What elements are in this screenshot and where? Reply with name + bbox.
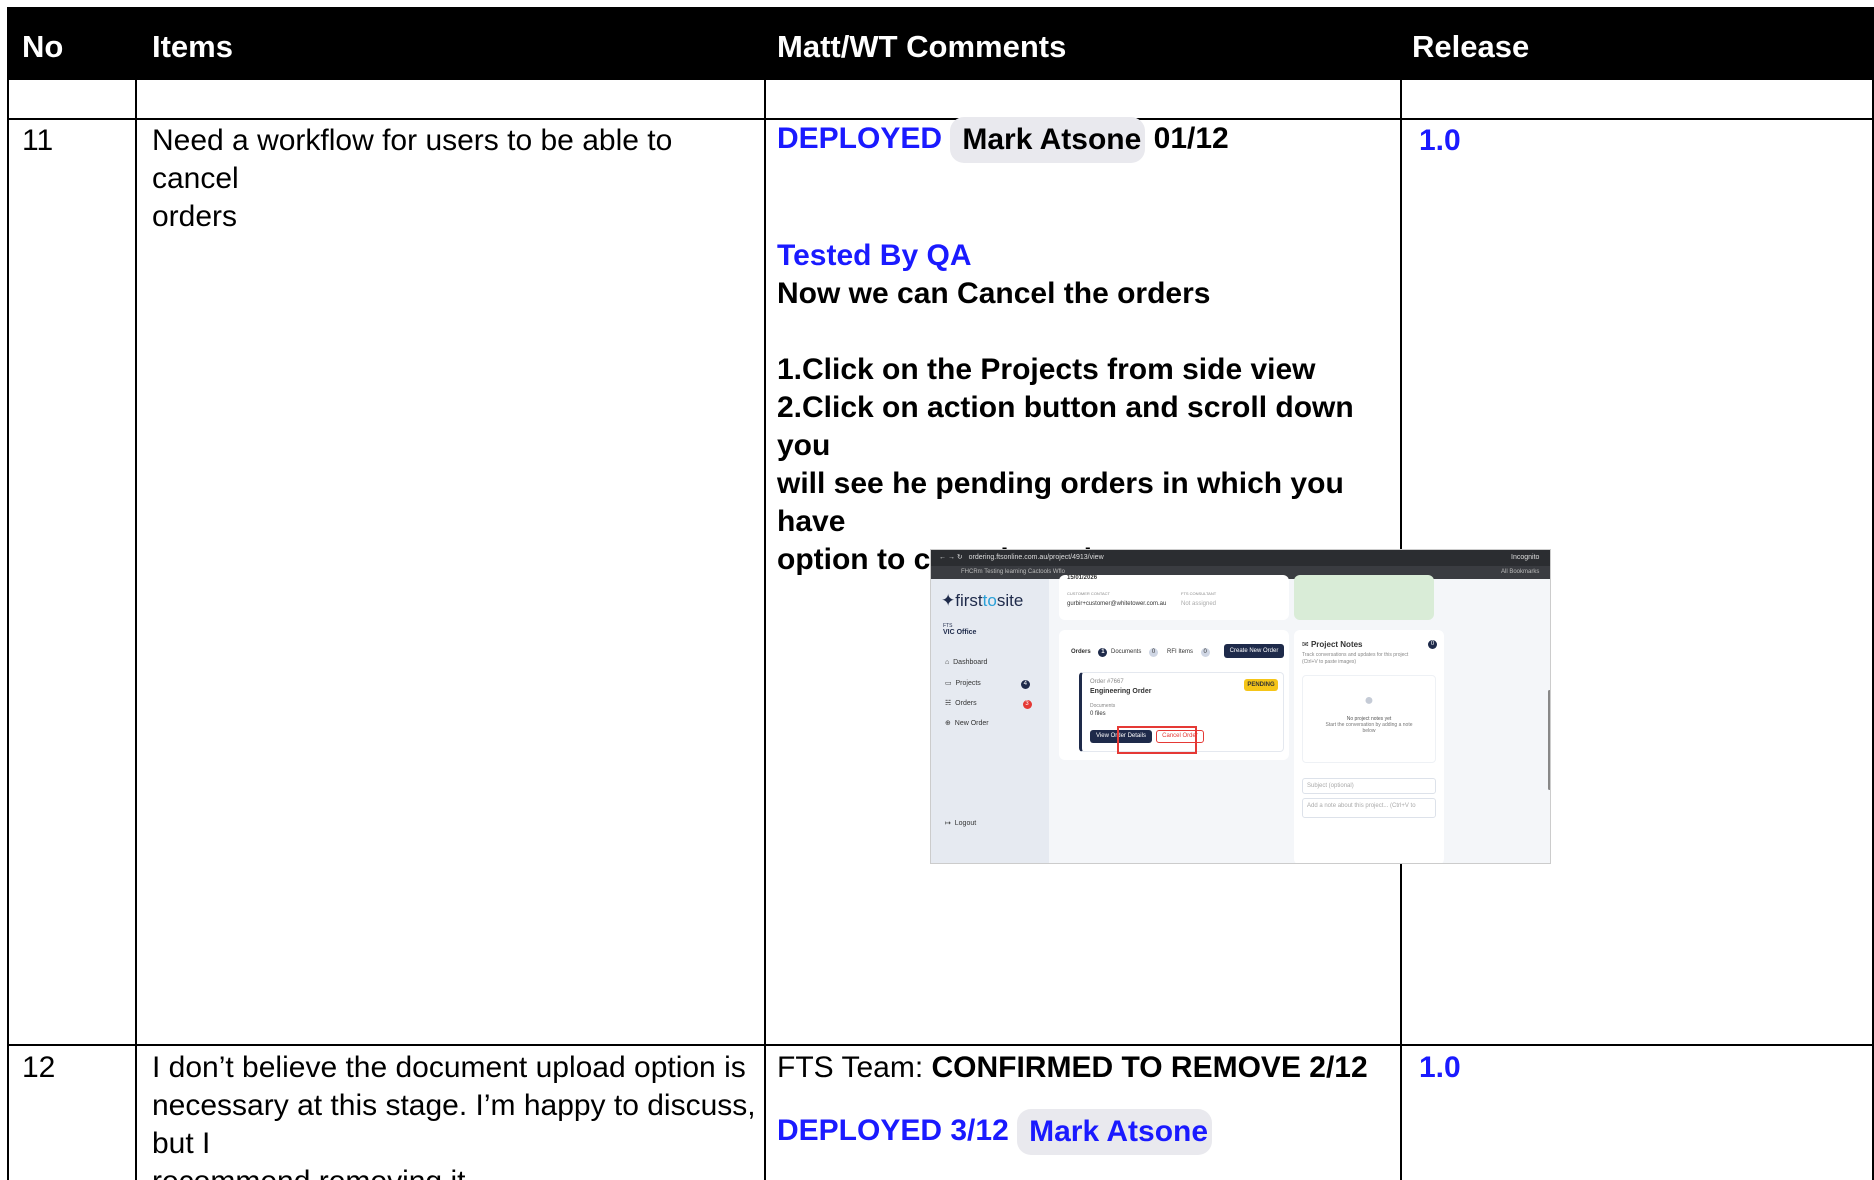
sidebar: ✦firsttosite FTS VIC Office ⌂ Dashboard … bbox=[931, 579, 1049, 863]
header-comments: Matt/WT Comments bbox=[777, 29, 1067, 64]
nav-new-order[interactable]: ⊕ New Order bbox=[945, 719, 989, 727]
create-order-button[interactable]: Create New Order bbox=[1224, 644, 1284, 658]
project-info-card: 15/01/2026 CUSTOMER CONTACT gurbir+custo… bbox=[1059, 575, 1289, 620]
no-notes-hint: below bbox=[1362, 728, 1376, 734]
all-bookmarks: All Bookmarks bbox=[1501, 569, 1540, 575]
tested-label: Tested By QA bbox=[777, 239, 972, 272]
grid-line bbox=[135, 80, 137, 1180]
team-line: FTS Team: CONFIRMED TO REMOVE 2/12 bbox=[777, 1049, 1397, 1087]
note-input[interactable]: Add a note about this project... (Ctrl+V… bbox=[1302, 798, 1436, 818]
header-items: Items bbox=[152, 29, 233, 64]
logo-icon: ✦ bbox=[941, 591, 956, 610]
header-no: No bbox=[22, 29, 64, 64]
cart-icon: ☵ bbox=[945, 700, 952, 707]
row-number: 11 bbox=[22, 124, 54, 157]
logout-icon: ↦ bbox=[945, 820, 951, 827]
header-release: Release bbox=[1412, 29, 1530, 64]
status-line: DEPLOYED 3/12 Mark Atsone bbox=[777, 1109, 1397, 1157]
notes-subtitle: (Ctrl+V to paste images) bbox=[1302, 659, 1357, 665]
team-status: CONFIRMED TO REMOVE 2/12 bbox=[931, 1051, 1368, 1084]
item-text: I don’t believe the document upload opti… bbox=[152, 1049, 762, 1180]
home-icon: ⌂ bbox=[945, 659, 950, 666]
comment-summary: Now we can Cancel the orders bbox=[777, 277, 1211, 310]
person-chip[interactable]: Mark Atsone bbox=[1017, 1109, 1213, 1155]
app-logo: ✦firsttosite bbox=[941, 591, 1024, 610]
release-version: 1.0 bbox=[1419, 124, 1461, 157]
grid-line bbox=[7, 80, 9, 1180]
empty-notes: ● No project notes yet Start the convers… bbox=[1302, 675, 1436, 763]
item-line: recommend removing it. bbox=[152, 1163, 762, 1180]
step-text: 1.Click on the Projects from side view bbox=[777, 353, 1316, 386]
back-icon: ← → ↻ bbox=[939, 554, 963, 561]
files-count: 0 files bbox=[1090, 711, 1106, 717]
chat-bubble-icon: ● bbox=[1364, 692, 1374, 709]
comment-block: FTS Team: CONFIRMED TO REMOVE 2/12 DEPLO… bbox=[777, 1049, 1397, 1157]
customer-contact-label: CUSTOMER CONTACT bbox=[1067, 591, 1110, 596]
comment-block: DEPLOYED Mark Atsone 01/12 Tested By QA … bbox=[777, 117, 1397, 579]
pending-badge: PENDING bbox=[1244, 679, 1278, 691]
order-number: Order #7667 bbox=[1090, 679, 1124, 685]
chat-icon: ✉ bbox=[1302, 640, 1309, 649]
nav-logout[interactable]: ↦ Logout bbox=[945, 819, 976, 827]
browser-address-bar: ← → ↻ ordering.ftsonline.com.au/project/… bbox=[931, 550, 1550, 566]
documents-label: Documents bbox=[1090, 703, 1116, 709]
url-text: ordering.ftsonline.com.au/project/4913/v… bbox=[968, 554, 1104, 561]
nav-projects[interactable]: ▭ Projects 4 bbox=[945, 679, 1030, 689]
item-line: orders bbox=[152, 200, 238, 233]
subject-input[interactable]: Subject (optional) bbox=[1302, 778, 1436, 794]
project-map[interactable] bbox=[1294, 575, 1434, 620]
item-line: I don’t believe the document upload opti… bbox=[152, 1051, 746, 1084]
grid-line bbox=[764, 80, 766, 1180]
notes-title: ✉ Project Notes bbox=[1302, 640, 1363, 649]
deployed-status: DEPLOYED 3/12 bbox=[777, 1113, 1009, 1147]
plus-icon: ⊕ bbox=[945, 720, 951, 727]
incognito-label: Incognito bbox=[1511, 554, 1540, 561]
order-title: Engineering Order bbox=[1090, 688, 1152, 695]
deploy-date: 01/12 bbox=[1153, 121, 1229, 155]
fts-consultant: Not assigned bbox=[1181, 601, 1217, 607]
table-header: No Items Matt/WT Comments Release bbox=[7, 7, 1874, 80]
release-version: 1.0 bbox=[1419, 1051, 1461, 1084]
scrollbar[interactable] bbox=[1548, 690, 1550, 790]
item-line: necessary at this stage. I’m happy to di… bbox=[152, 1089, 756, 1160]
embedded-screenshot: ← → ↻ ordering.ftsonline.com.au/project/… bbox=[930, 549, 1551, 864]
bookmarks-text: FHCRm Testing learning Cactools Wflo bbox=[961, 569, 1065, 575]
status-line: DEPLOYED Mark Atsone 01/12 bbox=[777, 117, 1397, 165]
item-line: Need a workflow for users to be able to … bbox=[152, 124, 673, 195]
highlight-box bbox=[1117, 726, 1197, 754]
nav-orders[interactable]: ☵ Orders 3 bbox=[945, 699, 1032, 709]
nav-dashboard[interactable]: ⌂ Dashboard bbox=[945, 659, 987, 666]
fts-consultant-label: FTS CONSULTANT bbox=[1181, 591, 1217, 596]
tab-documents[interactable]: Documents 0 bbox=[1111, 648, 1159, 657]
customer-contact: gurbir+customer@whitetower.com.au bbox=[1067, 601, 1167, 607]
team-label: FTS Team: bbox=[777, 1051, 932, 1084]
deployed-status: DEPLOYED bbox=[777, 121, 943, 155]
office-selector[interactable]: FTS VIC Office bbox=[943, 623, 976, 636]
project-notes-card: ✉ Project Notes 0 Track conversations an… bbox=[1294, 630, 1444, 863]
notes-count: 0 bbox=[1428, 640, 1437, 649]
grid-line bbox=[7, 1044, 1874, 1046]
folder-icon: ▭ bbox=[945, 680, 952, 687]
project-date: 15/01/2026 bbox=[1067, 575, 1098, 581]
tab-orders[interactable]: Orders 1 bbox=[1071, 648, 1108, 657]
item-text: Need a workflow for users to be able to … bbox=[152, 122, 752, 236]
row-number: 12 bbox=[22, 1051, 56, 1084]
tab-rfi-items[interactable]: RFI Items 0 bbox=[1167, 648, 1210, 657]
person-chip[interactable]: Mark Atsone bbox=[950, 117, 1146, 163]
step-text: will see he pending orders in which you … bbox=[777, 467, 1344, 538]
notes-subtitle: Track conversations and updates for this… bbox=[1302, 652, 1409, 658]
step-text: 2.Click on action button and scroll down… bbox=[777, 391, 1354, 462]
